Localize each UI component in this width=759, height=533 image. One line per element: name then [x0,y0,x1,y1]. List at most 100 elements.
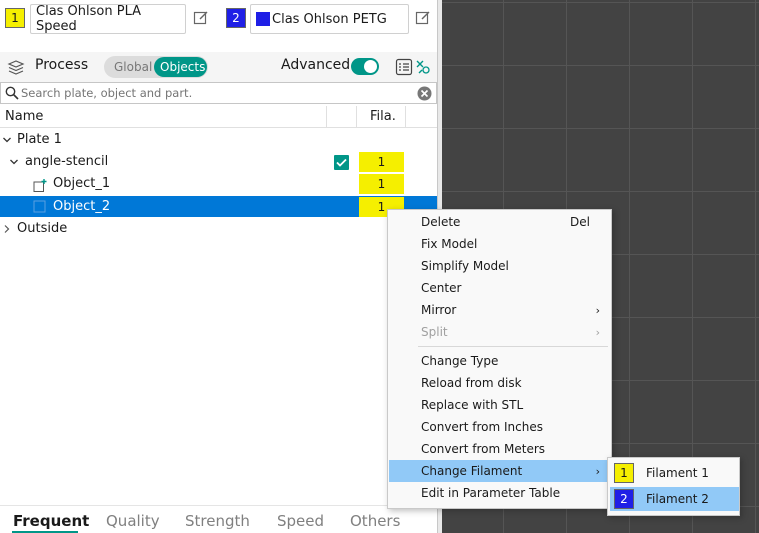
filament-2-badge[interactable]: 2 [226,8,246,28]
filament-cell[interactable]: 1 [359,174,404,194]
part-icon [33,200,46,213]
filament-2-color-swatch [256,12,270,26]
tab-strength[interactable]: Strength [185,512,250,530]
tools-icon[interactable] [415,58,431,76]
filament-badge-index: 2 [620,492,628,506]
toggle-global[interactable]: Global [114,60,152,74]
menu-item-edit-in-parameter-table[interactable]: Edit in Parameter Table [389,482,610,504]
tree-row-object-2[interactable]: Object_2 1 [0,196,437,217]
tree-row-object-1[interactable]: Object_1 1 [0,173,437,195]
tree-row-label: Object_1 [53,176,111,191]
tree-row-outside[interactable]: Outside [0,218,437,240]
filament-cell-value: 1 [377,200,386,214]
menu-item-label: Fix Model [421,237,478,251]
filament-2-index: 2 [232,11,240,25]
list-view-icon[interactable] [395,58,413,76]
filament-1-color-badge: 1 [614,463,634,483]
tree-header: Name Fila. [0,106,437,128]
menu-item-label: Reload from disk [421,376,522,390]
chevron-down-icon[interactable] [9,157,19,167]
process-bar: Process Global Objects Advanced [0,52,437,82]
menu-item-change-type[interactable]: Change Type [389,350,610,372]
filament-2-edit-icon[interactable] [415,10,431,26]
submenu-item-label: Filament 2 [646,492,709,506]
clear-search-icon[interactable] [417,86,432,101]
process-label: Process [35,57,89,73]
menu-item-convert-from-meters[interactable]: Convert from Meters [389,438,610,460]
menu-item-replace-with-stl[interactable]: Replace with STL [389,394,610,416]
menu-item-split: Split › [389,321,610,343]
advanced-label: Advanced [281,57,351,73]
tab-others[interactable]: Others [350,512,400,530]
menu-item-label: Replace with STL [421,398,524,412]
left-panel: 1 Clas Ohlson PLA Speed 2 Clas Ohlson PE… [0,0,437,533]
filament-cell[interactable]: 1 [359,152,404,172]
menu-item-mirror[interactable]: Mirror › [389,299,610,321]
context-menu: Delete Del Fix Model Simplify Model Cent… [387,209,612,509]
search-box[interactable] [0,82,437,104]
menu-item-label: Convert from Meters [421,442,546,456]
chevron-down-icon[interactable] [2,135,12,145]
menu-item-convert-from-inches[interactable]: Convert from Inches [389,416,610,438]
filament-2-color-badge: 2 [614,489,634,509]
toggle-objects-pill[interactable]: Objects [154,57,207,77]
menu-item-reload-from-disk[interactable]: Reload from disk [389,372,610,394]
tree-row-label: angle-stencil [25,154,109,169]
global-objects-toggle[interactable]: Global Objects [104,56,208,78]
header-divider [405,106,406,128]
menu-item-center[interactable]: Center [389,277,610,299]
tab-quality[interactable]: Quality [106,512,160,530]
search-input[interactable] [21,84,411,102]
add-part-icon [33,179,47,192]
menu-item-label: Center [421,281,462,295]
menu-item-label: Simplify Model [421,259,509,273]
search-icon [5,86,19,100]
filament-1-badge[interactable]: 1 [5,8,25,28]
tree-row-label: Outside [17,221,68,236]
submenu-arrow-icon: › [595,464,600,478]
menu-item-fix-model[interactable]: Fix Model [389,233,610,255]
checkbox-checked-icon[interactable] [334,155,349,170]
header-divider [356,106,357,128]
filament-1-index: 1 [11,11,19,25]
menu-item-label: Convert from Inches [421,420,543,434]
filament-1-selector[interactable]: Clas Ohlson PLA Speed [30,4,186,34]
advanced-switch-knob [364,60,377,73]
tree-row-plate-1[interactable]: Plate 1 [0,129,437,151]
menu-separator [418,346,608,347]
toggle-objects: Objects [160,60,206,74]
menu-item-label: Edit in Parameter Table [421,486,561,500]
chevron-right-icon[interactable] [2,224,12,234]
filament-1-name: Clas Ohlson PLA Speed [36,4,142,34]
filament-cell-value: 1 [377,177,386,191]
menu-item-change-filament[interactable]: Change Filament › [389,460,610,482]
submenu-item-label: Filament 1 [646,466,709,480]
filament-2-name: Clas Ohlson PETG [272,11,387,27]
settings-tabs: Frequent Quality Strength Speed Others [0,505,437,533]
menu-item-delete[interactable]: Delete Del [389,211,610,233]
column-name-header[interactable]: Name [5,109,43,124]
submenu-arrow-icon: › [595,325,600,339]
tab-frequent[interactable]: Frequent [13,512,89,530]
menu-item-label: Change Type [421,354,499,368]
submenu-item-filament-2[interactable]: 2 Filament 2 [610,487,739,511]
menu-item-label: Mirror [421,303,457,317]
menu-item-simplify-model[interactable]: Simplify Model [389,255,610,277]
tree-row-label: Object_2 [53,199,111,214]
filament-2-selector[interactable]: Clas Ohlson PETG [250,4,409,34]
tree-row-angle-stencil[interactable]: angle-stencil 1 [0,151,437,173]
tab-speed[interactable]: Speed [277,512,324,530]
filament-badge-index: 1 [620,466,628,480]
advanced-switch[interactable] [351,58,379,75]
menu-item-label: Change Filament [421,464,523,478]
submenu-item-filament-1[interactable]: 1 Filament 1 [610,461,739,485]
tree-row-label: Plate 1 [17,132,62,147]
submenu-arrow-icon: › [595,303,600,317]
header-divider [326,106,327,128]
change-filament-submenu: 1 Filament 1 2 Filament 2 [607,457,740,516]
filament-cell-value: 1 [377,155,386,169]
column-filament-header[interactable]: Fila. [370,109,396,124]
filament-1-edit-icon[interactable] [193,10,209,26]
layers-icon [7,60,25,75]
menu-item-label: Split [421,325,448,339]
